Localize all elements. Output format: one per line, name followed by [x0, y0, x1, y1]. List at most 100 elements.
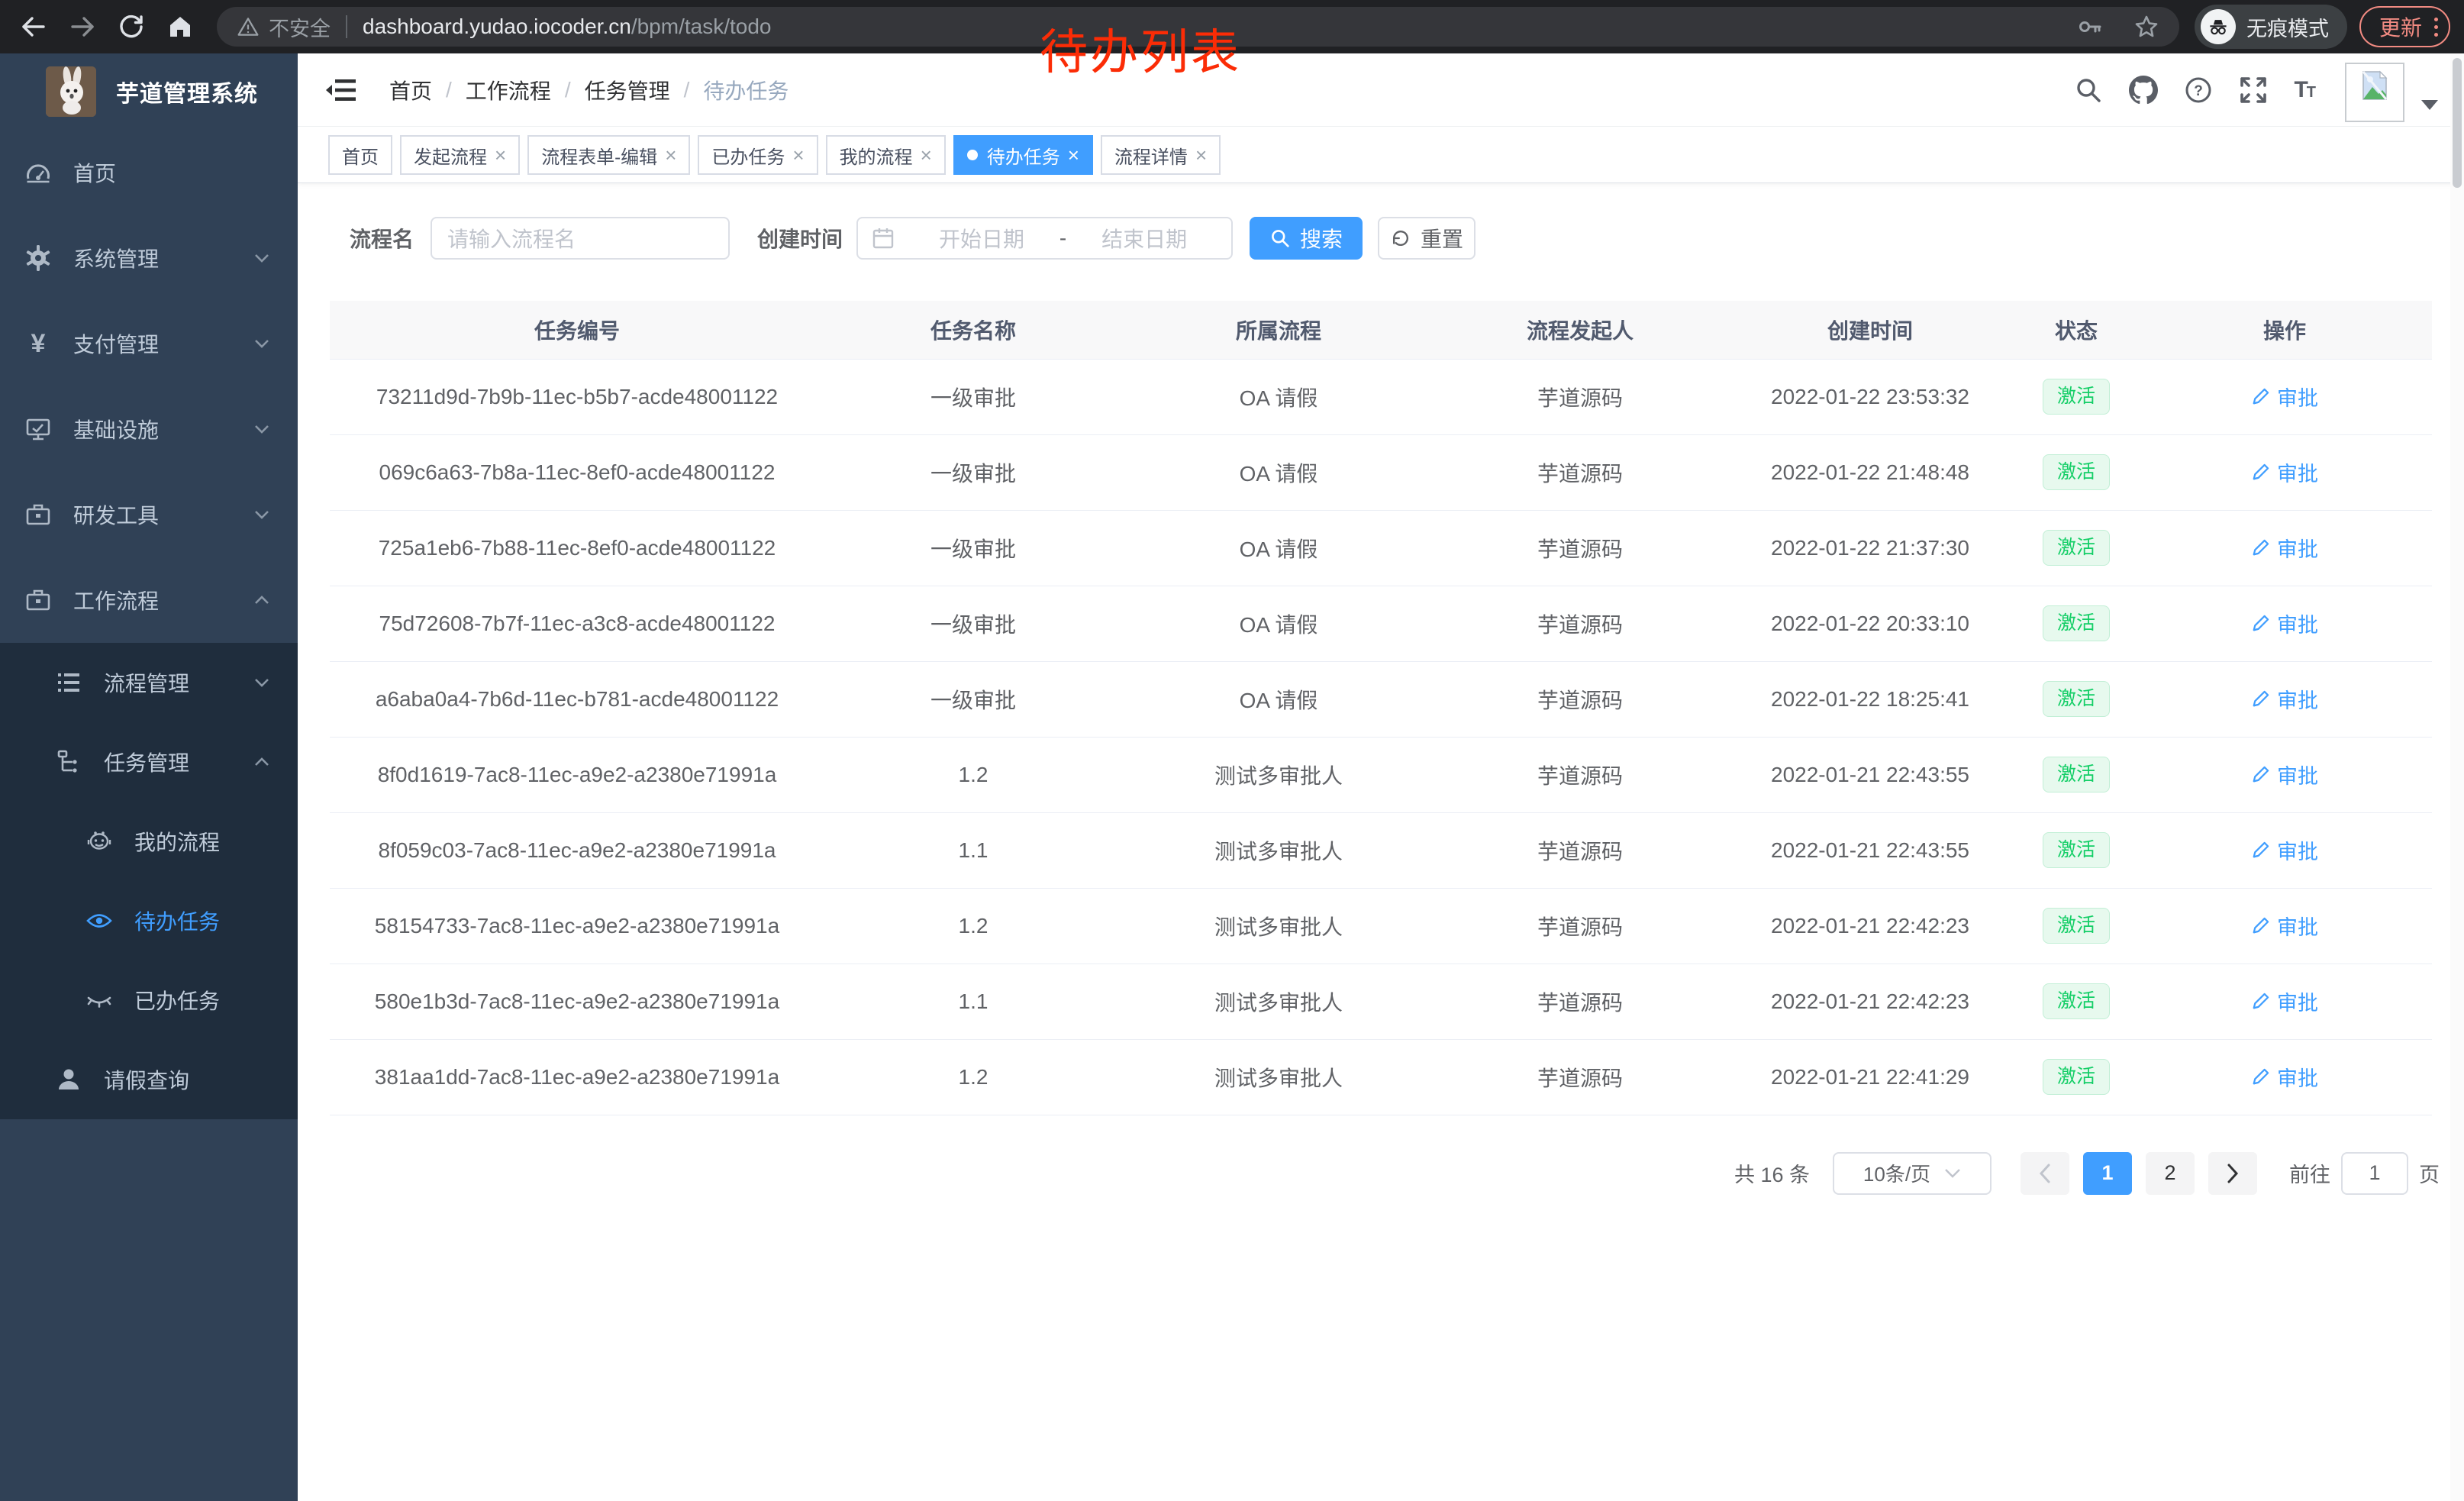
- browser-forward-icon[interactable]: [67, 11, 98, 42]
- tab-form-edit[interactable]: 流程表单-编辑×: [527, 135, 690, 175]
- cell-process: 测试多审批人: [1122, 737, 1435, 812]
- help-icon[interactable]: ?: [2184, 76, 2213, 105]
- close-icon[interactable]: ×: [792, 145, 804, 165]
- cell-actions: 审批: [2137, 737, 2432, 812]
- tab-todo-tasks[interactable]: 待办任务×: [953, 135, 1093, 175]
- sidebar-item-my-process[interactable]: 我的流程: [0, 802, 298, 881]
- url-host[interactable]: dashboard.yudao.iocoder.cn: [363, 15, 631, 39]
- sidebar-item-process-management[interactable]: 流程管理: [0, 643, 298, 722]
- end-date-placeholder[interactable]: 结束日期: [1071, 223, 1217, 253]
- page-button-1[interactable]: 1: [2083, 1152, 2132, 1195]
- cell-process: 测试多审批人: [1122, 1039, 1435, 1115]
- page-size-select[interactable]: 10条/页: [1833, 1152, 1992, 1195]
- sidebar-item-home[interactable]: 首页: [0, 130, 298, 215]
- not-secure-warning-icon[interactable]: [237, 15, 260, 38]
- browser-home-icon[interactable]: [165, 11, 195, 42]
- fullscreen-icon[interactable]: [2239, 76, 2268, 105]
- tab-my-process[interactable]: 我的流程×: [826, 135, 946, 175]
- sidebar-item-devtools[interactable]: 研发工具: [0, 472, 298, 557]
- breadcrumb-task-management[interactable]: 任务管理: [585, 75, 670, 105]
- search-button[interactable]: 搜索: [1250, 217, 1363, 260]
- sidebar-collapse-icon[interactable]: [325, 76, 356, 104]
- browser-back-icon[interactable]: [18, 11, 49, 42]
- prev-page-button[interactable]: [2021, 1152, 2069, 1195]
- tab-done-tasks[interactable]: 已办任务×: [698, 135, 818, 175]
- approve-link[interactable]: 审批: [2251, 835, 2318, 865]
- update-label[interactable]: 更新: [2379, 11, 2422, 42]
- scrollbar-thumb[interactable]: [2453, 58, 2462, 188]
- approve-link[interactable]: 审批: [2251, 911, 2318, 941]
- date-range-input[interactable]: 开始日期 - 结束日期: [856, 217, 1233, 260]
- cell-starter: 芋道源码: [1435, 1039, 1725, 1115]
- app-logo-rabbit-image: [46, 66, 96, 117]
- approve-link[interactable]: 审批: [2251, 608, 2318, 638]
- close-icon[interactable]: ×: [1068, 145, 1079, 165]
- incognito-icon: [2201, 9, 2236, 44]
- monitor-icon: [24, 415, 52, 443]
- cell-created: 2022-01-21 22:43:55: [1725, 737, 2015, 812]
- close-icon[interactable]: ×: [1195, 145, 1207, 165]
- table-row: 75d72608-7b7f-11ec-a3c8-acde48001122一级审批…: [330, 586, 2432, 661]
- approve-link[interactable]: 审批: [2251, 382, 2318, 412]
- password-key-icon[interactable]: [2077, 14, 2103, 40]
- approve-link[interactable]: 审批: [2251, 986, 2318, 1016]
- cell-starter: 芋道源码: [1435, 510, 1725, 586]
- avatar[interactable]: [2345, 63, 2404, 122]
- tab-home[interactable]: 首页: [328, 135, 392, 175]
- browser-menu-icon[interactable]: [2434, 18, 2438, 37]
- table-row: 069c6a63-7b8a-11ec-8ef0-acde48001122一级审批…: [330, 434, 2432, 510]
- cell-starter: 芋道源码: [1435, 661, 1725, 737]
- cell-status: 激活: [2015, 964, 2137, 1039]
- edit-pencil-icon: [2251, 840, 2271, 860]
- incognito-label: 无痕模式: [2246, 12, 2329, 42]
- cell-created: 2022-01-21 22:42:23: [1725, 888, 2015, 964]
- app-logo-row[interactable]: 芋道管理系统: [0, 53, 298, 130]
- cell-task-id: 75d72608-7b7f-11ec-a3c8-acde48001122: [330, 586, 824, 661]
- cell-task-id: 8f0d1619-7ac8-11ec-a9e2-a2380e71991a: [330, 737, 824, 812]
- approve-link[interactable]: 审批: [2251, 533, 2318, 563]
- reset-button[interactable]: 重置: [1378, 217, 1475, 260]
- next-page-button[interactable]: [2208, 1152, 2257, 1195]
- github-icon[interactable]: [2129, 76, 2158, 105]
- bookmark-star-icon[interactable]: [2133, 14, 2159, 40]
- table-row: 58154733-7ac8-11ec-a9e2-a2380e71991a1.2测…: [330, 888, 2432, 964]
- font-size-icon[interactable]: TT: [2294, 77, 2314, 103]
- breadcrumb-home[interactable]: 首页: [389, 75, 432, 105]
- close-icon[interactable]: ×: [921, 145, 932, 165]
- cell-process: 测试多审批人: [1122, 964, 1435, 1039]
- url-path[interactable]: /bpm/task/todo: [631, 15, 772, 39]
- sidebar-item-todo-tasks[interactable]: 待办任务: [0, 881, 298, 960]
- not-secure-label[interactable]: 不安全: [269, 12, 331, 42]
- sidebar-item-task-management[interactable]: 任务管理: [0, 722, 298, 802]
- approve-link[interactable]: 审批: [2251, 684, 2318, 714]
- sidebar-item-infrastructure[interactable]: 基础设施: [0, 386, 298, 472]
- cell-task-name: 1.2: [824, 888, 1122, 964]
- browser-reload-icon[interactable]: [116, 11, 147, 42]
- page-scrollbar[interactable]: [2450, 53, 2464, 1501]
- avatar-caret-icon[interactable]: [2421, 100, 2438, 111]
- search-icon[interactable]: [2074, 76, 2103, 105]
- sidebar-item-payment[interactable]: ¥ 支付管理: [0, 301, 298, 386]
- page-button-2[interactable]: 2: [2146, 1152, 2195, 1195]
- table-row: 580e1b3d-7ac8-11ec-a9e2-a2380e71991a1.1测…: [330, 964, 2432, 1039]
- process-name-input[interactable]: 请输入流程名: [431, 217, 730, 260]
- cell-process: OA 请假: [1122, 661, 1435, 737]
- sidebar-item-system[interactable]: 系统管理: [0, 215, 298, 301]
- tab-process-detail[interactable]: 流程详情×: [1101, 135, 1221, 175]
- eye-icon: [85, 907, 113, 934]
- close-icon[interactable]: ×: [665, 145, 676, 165]
- sidebar-item-done-tasks[interactable]: 已办任务: [0, 960, 298, 1040]
- person-icon: [55, 1066, 82, 1093]
- approve-link[interactable]: 审批: [2251, 457, 2318, 487]
- cell-starter: 芋道源码: [1435, 964, 1725, 1039]
- close-icon[interactable]: ×: [495, 145, 506, 165]
- goto-page-input[interactable]: 1: [2341, 1152, 2408, 1195]
- approve-link[interactable]: 审批: [2251, 1062, 2318, 1092]
- start-date-placeholder[interactable]: 开始日期: [908, 223, 1055, 253]
- breadcrumb-workflow[interactable]: 工作流程: [466, 75, 551, 105]
- update-button[interactable]: 更新: [2359, 6, 2450, 47]
- sidebar-item-leave-query[interactable]: 请假查询: [0, 1040, 298, 1119]
- sidebar-item-workflow[interactable]: 工作流程: [0, 557, 298, 643]
- tab-start-process[interactable]: 发起流程×: [400, 135, 520, 175]
- approve-link[interactable]: 审批: [2251, 760, 2318, 789]
